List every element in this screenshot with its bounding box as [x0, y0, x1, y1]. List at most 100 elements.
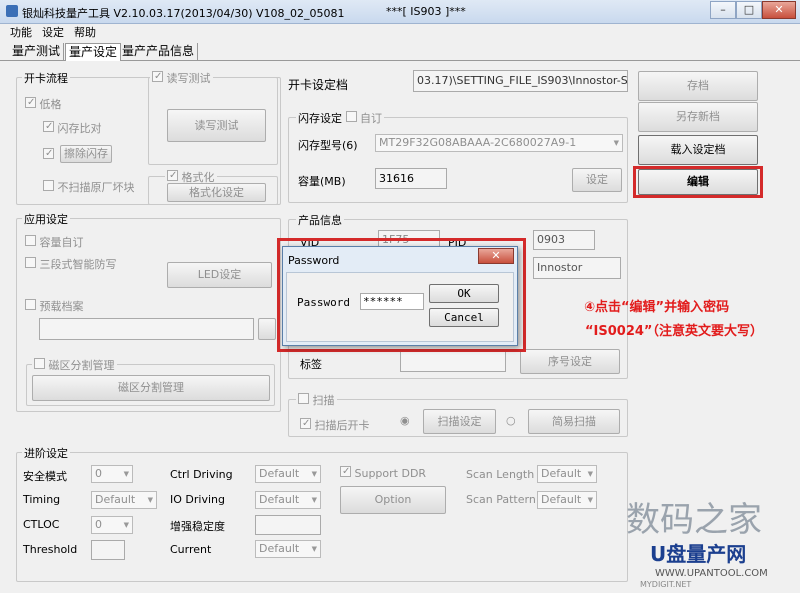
- save-button[interactable]: 存档: [638, 71, 758, 101]
- pid-field[interactable]: 0903: [533, 230, 595, 250]
- io-driving-select[interactable]: Default: [255, 491, 321, 509]
- rw-test-group-title[interactable]: 读写测试: [150, 70, 213, 86]
- erase-flash-option: [43, 148, 54, 162]
- app-icon: [6, 5, 18, 17]
- maximize-button[interactable]: □: [736, 1, 762, 19]
- capacity-field[interactable]: 31616: [375, 168, 447, 189]
- threshold-field[interactable]: [91, 540, 125, 560]
- low-format-label: 低格: [39, 98, 62, 111]
- password-input[interactable]: ******: [360, 293, 424, 310]
- watermark-upantool-logo: U盘量产网: [650, 542, 747, 566]
- simple-scan-button[interactable]: 简易扫描: [528, 409, 620, 434]
- app-settings-title: 应用设定: [22, 211, 70, 227]
- ctrl-driving-select[interactable]: Default: [255, 465, 321, 483]
- ctloc-select[interactable]: 0: [91, 516, 133, 534]
- scan-settings-button[interactable]: 扫描设定: [423, 409, 496, 434]
- label-label: 标签: [300, 358, 322, 371]
- config-file-label: 开卡设定档: [288, 78, 349, 92]
- scan-group-label: 扫描: [312, 394, 335, 407]
- preload-checkbox[interactable]: [25, 299, 36, 310]
- scan-pattern-select[interactable]: Default: [537, 491, 597, 509]
- flash-compare-checkbox[interactable]: [43, 121, 54, 132]
- after-scan-checkbox[interactable]: [300, 418, 311, 429]
- erase-flash-button[interactable]: 擦除闪存: [60, 145, 112, 163]
- scan-length-select[interactable]: Default: [537, 465, 597, 483]
- led-protect-checkbox[interactable]: [25, 257, 36, 268]
- config-file-path[interactable]: 03.17)\SETTING_FILE_IS903\Innostor-Setup…: [413, 70, 628, 92]
- flash-model-select[interactable]: MT29F32G08ABAAA-2C680027A9-1: [375, 134, 623, 152]
- scan-checkbox[interactable]: [298, 393, 309, 404]
- ctloc-label: CTLOC: [23, 518, 60, 531]
- low-format-checkbox[interactable]: [25, 97, 36, 108]
- flash-compare-option[interactable]: 闪存比对: [43, 120, 102, 136]
- menu-settings[interactable]: 设定: [42, 24, 64, 41]
- safe-mode-select[interactable]: 0: [91, 465, 133, 483]
- after-scan-option[interactable]: 扫描后开卡: [300, 417, 370, 433]
- label-field[interactable]: [400, 350, 506, 372]
- advanced-title: 进阶设定: [22, 445, 70, 461]
- enhance-stability-label: 增强稳定度: [170, 520, 225, 533]
- edit-button[interactable]: 编辑: [638, 169, 758, 195]
- password-cancel-button[interactable]: Cancel: [429, 308, 499, 327]
- timing-select[interactable]: Default: [91, 491, 157, 509]
- support-ddr-checkbox[interactable]: [340, 466, 351, 477]
- timing-label: Timing: [23, 493, 61, 506]
- window-title-device: ***[ IS903 ]***: [386, 5, 466, 18]
- password-label: Password: [297, 296, 350, 309]
- menu-help[interactable]: 帮助: [74, 24, 96, 41]
- vendor-field[interactable]: Innostor: [533, 257, 621, 279]
- partition-group-title[interactable]: 磁区分割管理: [32, 357, 117, 373]
- enhance-stability-field[interactable]: [255, 515, 321, 535]
- preload-label: 预载档案: [39, 300, 84, 313]
- scan-pattern-label: Scan Pattern: [466, 493, 536, 506]
- scan-length-label: Scan Length: [466, 468, 535, 481]
- scan-group-title[interactable]: 扫描: [296, 392, 337, 408]
- menu-bar: 功能 设定 帮助: [0, 24, 800, 41]
- current-select[interactable]: Default: [255, 540, 321, 558]
- preload-browse-button[interactable]: [258, 318, 276, 340]
- format-checkbox[interactable]: [167, 170, 178, 181]
- partition-manage-button[interactable]: 磁区分割管理: [32, 375, 270, 401]
- no-scan-bad-option[interactable]: 不扫描原厂坏块: [43, 179, 135, 195]
- option-button[interactable]: Option: [340, 486, 446, 514]
- tab-mass-production-settings[interactable]: 量产设定: [65, 43, 122, 61]
- flash-custom-checkbox[interactable]: [345, 111, 357, 122]
- io-driving-label: IO Driving: [170, 493, 225, 506]
- serial-settings-button[interactable]: 序号设定: [520, 349, 620, 374]
- led-protect-option[interactable]: 三段式智能防写: [25, 256, 117, 272]
- support-ddr-label: Support DDR: [354, 467, 427, 480]
- erase-flash-checkbox[interactable]: [43, 148, 54, 159]
- scan-set-radio[interactable]: ◉: [400, 414, 410, 427]
- load-config-button[interactable]: 载入设定档: [638, 135, 758, 165]
- simple-scan-radio[interactable]: ○: [506, 414, 516, 427]
- password-dialog-close-button[interactable]: ✕: [478, 248, 514, 264]
- save-as-button[interactable]: 另存新档: [638, 102, 758, 132]
- format-settings-button[interactable]: 格式化设定: [167, 183, 266, 202]
- low-format-option[interactable]: 低格: [25, 96, 62, 112]
- minimize-button[interactable]: –: [710, 1, 736, 19]
- flash-settings-title: 闪存设定 自订: [296, 110, 384, 126]
- no-scan-bad-checkbox[interactable]: [43, 180, 54, 191]
- safe-mode-label: 安全模式: [23, 470, 67, 483]
- ctrl-driving-label: Ctrl Driving: [170, 468, 233, 481]
- flash-set-button[interactable]: 设定: [572, 168, 622, 192]
- menu-function[interactable]: 功能: [10, 24, 32, 41]
- watermark-url: WWW.UPANTOOL.COM: [655, 568, 768, 579]
- preload-path-field[interactable]: [39, 318, 254, 340]
- rw-test-group-label: 读写测试: [166, 72, 211, 85]
- capacity-custom-option[interactable]: 容量自订: [25, 234, 84, 250]
- rw-test-button[interactable]: 读写测试: [167, 109, 266, 142]
- watermark-mydigit: 数码之家: [626, 500, 762, 540]
- led-settings-button[interactable]: LED设定: [167, 262, 272, 288]
- close-button[interactable]: ✕: [762, 1, 796, 19]
- preload-option[interactable]: 预载档案: [25, 298, 84, 314]
- partition-checkbox[interactable]: [34, 358, 45, 369]
- capacity-custom-checkbox[interactable]: [25, 235, 36, 246]
- password-ok-button[interactable]: OK: [429, 284, 499, 303]
- rw-test-checkbox[interactable]: [152, 71, 163, 82]
- tab-product-info[interactable]: 量产产品信息: [119, 43, 199, 61]
- support-ddr-option[interactable]: Support DDR: [340, 466, 426, 480]
- led-protect-label: 三段式智能防写: [39, 258, 117, 271]
- product-info-title: 产品信息: [296, 212, 344, 228]
- tab-mass-production-test[interactable]: 量产测试: [9, 43, 65, 61]
